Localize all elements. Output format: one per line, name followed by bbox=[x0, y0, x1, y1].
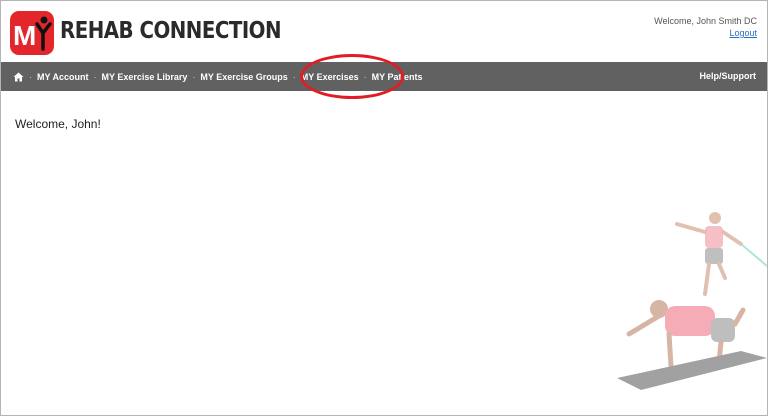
nav-item-my-exercise-library[interactable]: MY Exercise Library bbox=[102, 72, 188, 82]
nav-item-my-account[interactable]: MY Account bbox=[37, 72, 89, 82]
brand-name: REHAB CONNECTION bbox=[60, 18, 282, 44]
page-frame: M REHAB CONNECTION Welcome, John Smith D… bbox=[0, 0, 768, 416]
nav-item-my-exercise-groups[interactable]: MY Exercise Groups bbox=[200, 72, 287, 82]
user-greeting: Welcome, John Smith DC bbox=[654, 16, 757, 26]
logout-link[interactable]: Logout bbox=[729, 27, 757, 39]
header: M REHAB CONNECTION Welcome, John Smith D… bbox=[1, 1, 767, 62]
nav-separator: · bbox=[93, 71, 97, 82]
user-box: Welcome, John Smith DC Logout bbox=[654, 15, 757, 39]
welcome-heading: Welcome, John! bbox=[15, 117, 101, 131]
home-icon[interactable] bbox=[13, 72, 24, 82]
svg-text:M: M bbox=[13, 20, 36, 51]
app-logo[interactable]: M bbox=[10, 11, 54, 55]
highlight-annotation bbox=[300, 54, 404, 99]
logo-mark-icon: M bbox=[13, 16, 52, 51]
nav-separator: · bbox=[29, 71, 32, 82]
nav-separator: · bbox=[292, 71, 296, 82]
exercise-illustration bbox=[617, 212, 767, 390]
nav-separator: · bbox=[192, 71, 196, 82]
help-support-link[interactable]: Help/Support bbox=[700, 62, 757, 91]
